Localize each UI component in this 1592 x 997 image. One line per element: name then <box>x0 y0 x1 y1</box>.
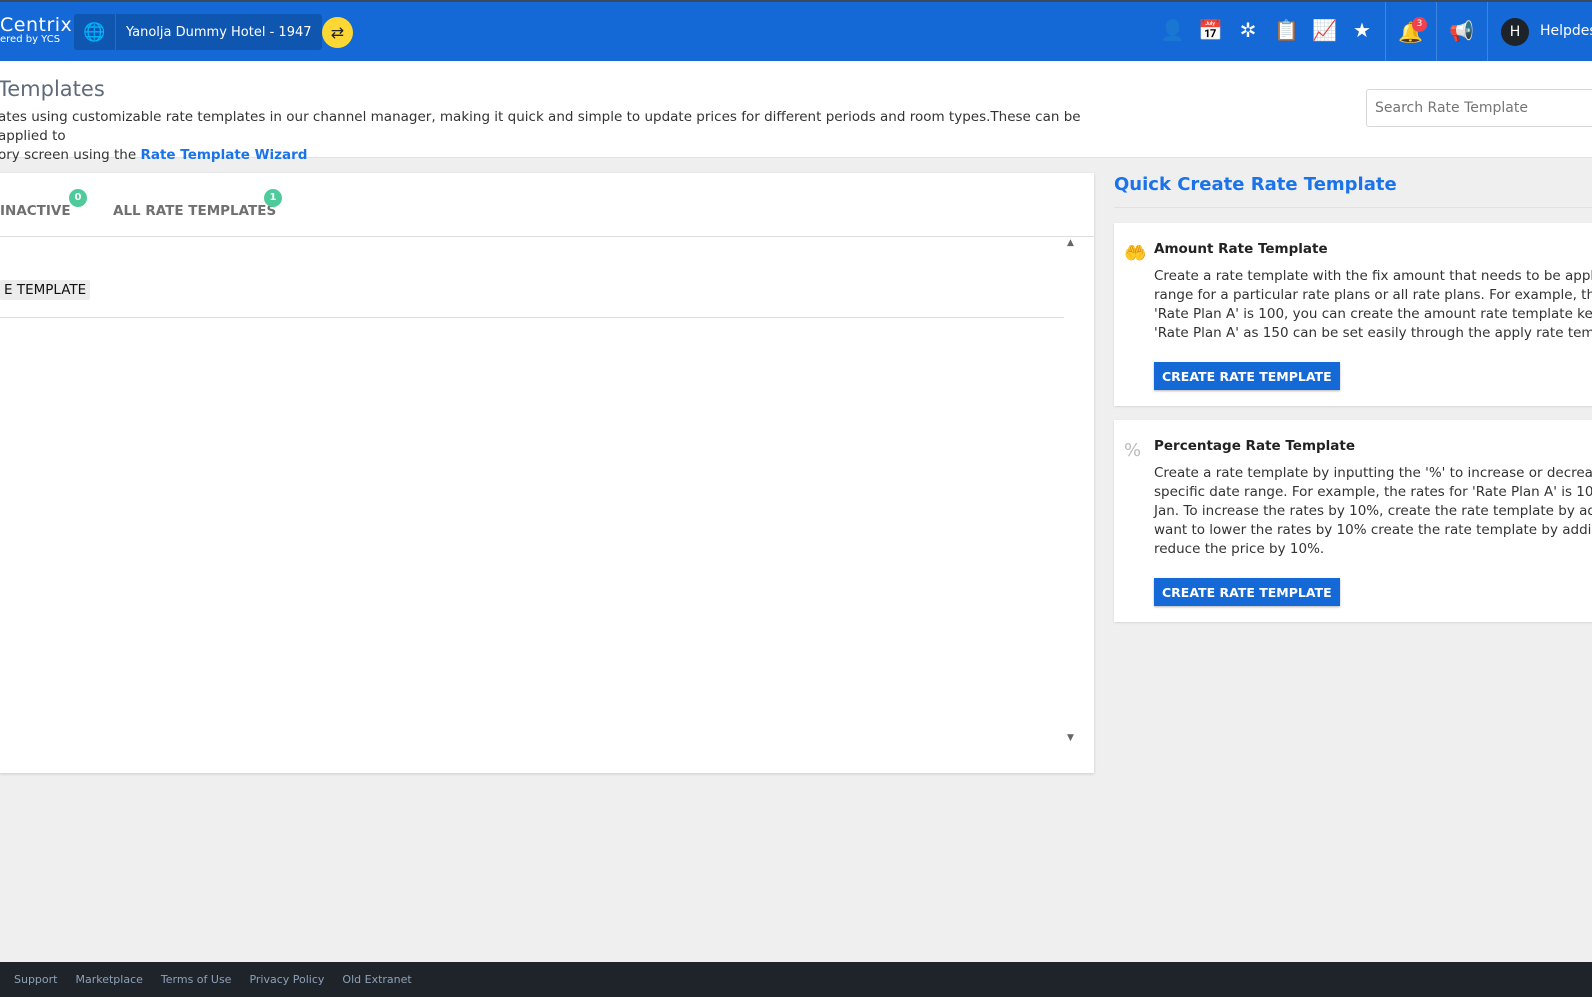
hotel-name: Yanolja Dummy Hotel - 1947 <box>126 24 312 40</box>
hand-money-icon: 🤲 <box>1124 243 1147 264</box>
tab-inactive[interactable]: INACTIVE <box>0 203 71 219</box>
divider <box>1385 2 1386 63</box>
footer: Support Marketplace Terms of Use Privacy… <box>0 962 1592 997</box>
create-percentage-template-button[interactable]: CREATE RATE TEMPLATE <box>1154 578 1340 606</box>
tab-count-badge: 0 <box>69 189 87 207</box>
megaphone-icon[interactable]: 📢 <box>1449 19 1474 43</box>
footer-link-privacy[interactable]: Privacy Policy <box>249 973 324 986</box>
card-description: Create a rate template by inputting the … <box>1154 465 1592 557</box>
avatar[interactable]: H <box>1501 18 1529 46</box>
hotel-selector[interactable]: 🌐 Yanolja Dummy Hotel - 1947 <box>74 14 322 50</box>
network-dollar-icon[interactable]: ✲ <box>1236 18 1260 44</box>
footer-link-marketplace[interactable]: Marketplace <box>75 973 142 986</box>
card-title: Percentage Rate Template <box>1154 438 1356 454</box>
amount-rate-template-card: 🤲 Amount Rate Template Create a rate tem… <box>1114 223 1592 406</box>
globe-icon: 🌐 <box>74 14 116 50</box>
tab-count-badge: 1 <box>264 189 282 207</box>
create-amount-template-button[interactable]: CREATE RATE TEMPLATE <box>1154 362 1340 390</box>
rate-template-wizard-link[interactable]: Rate Template Wizard <box>140 147 307 163</box>
percentage-rate-template-card: % Percentage Rate Template Create a rate… <box>1114 420 1592 622</box>
templates-panel: INACTIVE 0 ALL RATE TEMPLATES 1 ▲ E TEMP… <box>0 173 1094 773</box>
footer-link-old-extranet[interactable]: Old Extranet <box>342 973 411 986</box>
clipboard-calendar-icon[interactable]: 📋 <box>1274 18 1299 44</box>
divider <box>0 236 1094 237</box>
card-title: Amount Rate Template <box>1154 241 1328 257</box>
notification-badge: 3 <box>1412 17 1427 32</box>
footer-link-terms[interactable]: Terms of Use <box>161 973 232 986</box>
chart-icon[interactable]: 📈 <box>1312 18 1337 44</box>
footer-link-support[interactable]: Support <box>14 973 57 986</box>
desc-line-1: ates using customizable rate templates i… <box>0 109 1081 144</box>
page-header: Templates ates using customizable rate t… <box>0 61 1592 163</box>
logo[interactable]: Centrix ered by YCS <box>0 16 72 46</box>
page-description: ates using customizable rate templates i… <box>0 108 1108 165</box>
scroll-up-icon[interactable]: ▲ <box>1067 238 1074 248</box>
card-description: Create a rate template with the fix amou… <box>1154 268 1592 341</box>
page-title: Templates <box>0 77 105 101</box>
top-nav-bar: Centrix ered by YCS 🌐 Yanolja Dummy Hotel … <box>0 0 1592 63</box>
percent-icon: % <box>1124 440 1142 461</box>
divider <box>1487 2 1488 63</box>
brand-name: Centrix <box>0 14 73 36</box>
user-rates-icon[interactable]: 👤 <box>1160 18 1185 44</box>
desc-line-2: ory screen using the <box>0 147 141 163</box>
search-input[interactable] <box>1366 89 1592 127</box>
scroll-down-icon[interactable]: ▼ <box>1067 733 1074 743</box>
divider <box>1436 2 1437 63</box>
tab-all-rate-templates[interactable]: ALL RATE TEMPLATES <box>113 203 276 219</box>
calendar-add-icon[interactable]: 📅 <box>1198 18 1223 44</box>
star-review-icon[interactable]: ★ <box>1350 18 1374 44</box>
divider <box>0 317 1064 318</box>
divider <box>1114 207 1592 208</box>
user-name[interactable]: Helpdesk <box>1540 23 1592 39</box>
quick-create-title: Quick Create Rate Template <box>1114 174 1397 195</box>
template-type-chip: E TEMPLATE <box>0 280 91 300</box>
switch-hotel-button[interactable]: ⇄ <box>322 17 353 48</box>
